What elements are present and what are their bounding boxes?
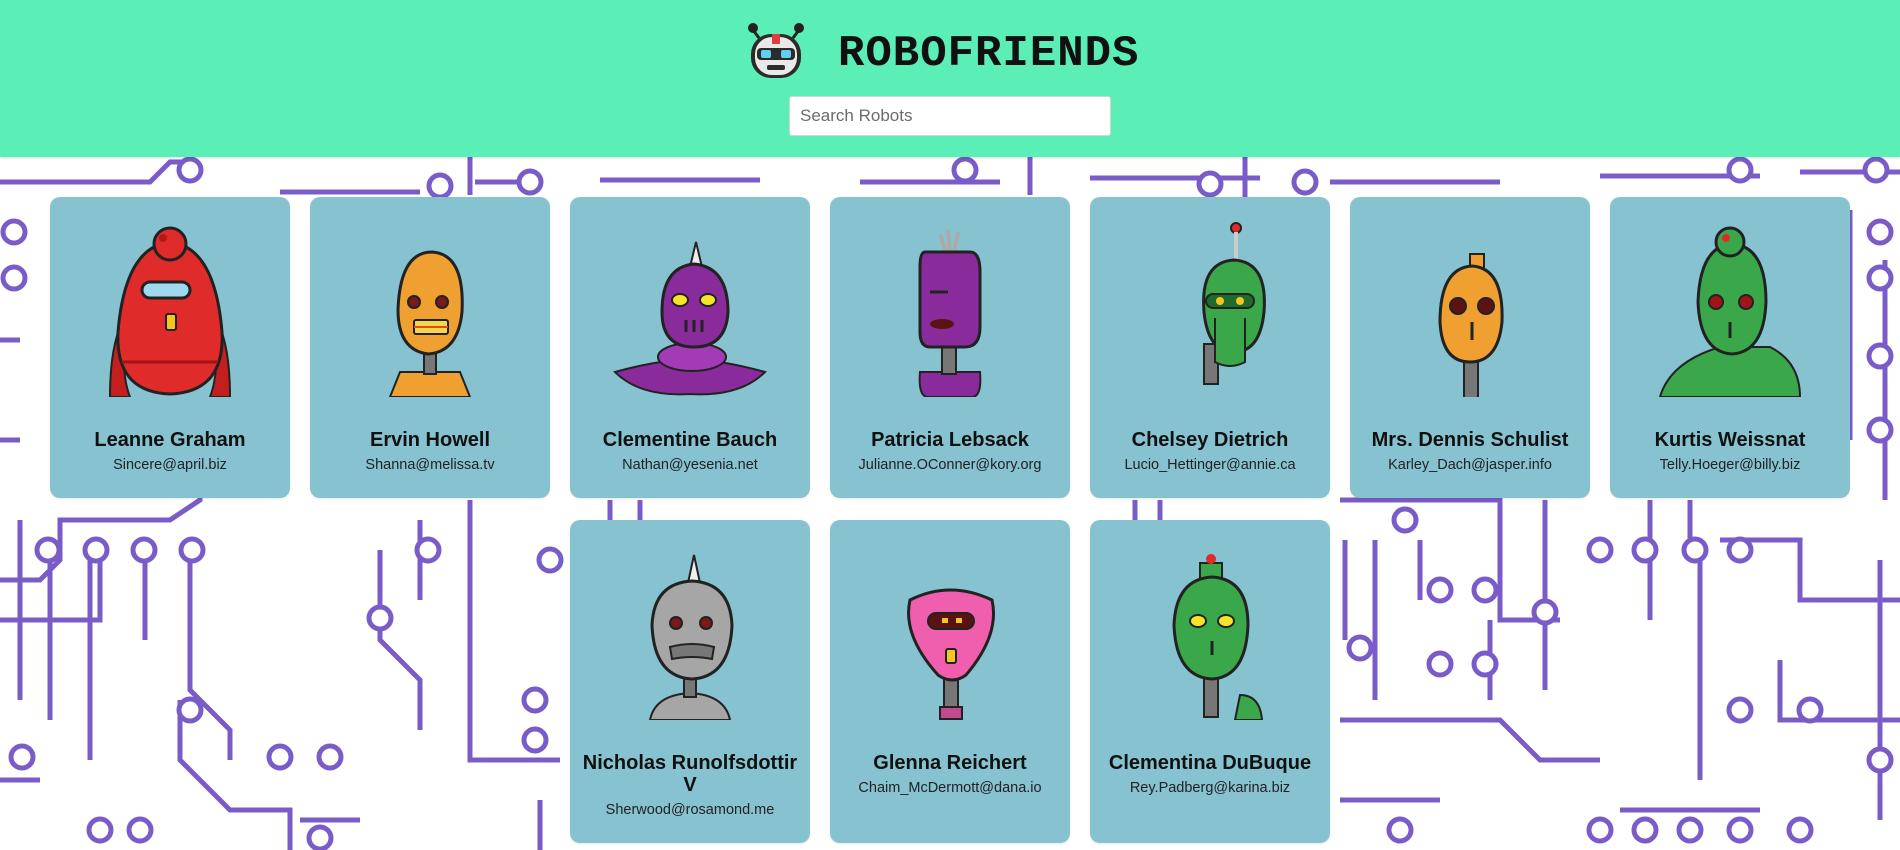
robot-card[interactable]: Leanne Graham Sincere@april.biz bbox=[50, 197, 290, 498]
robot-avatar-icon bbox=[918, 229, 982, 397]
robot-email: Chaim_McDermott@dana.io bbox=[858, 780, 1042, 796]
robot-avatar-icon bbox=[1658, 226, 1802, 397]
robot-name: Clementina DuBuque bbox=[1108, 752, 1312, 774]
robot-email: Julianne.OConner@kory.org bbox=[858, 457, 1042, 473]
robot-email: Karley_Dach@jasper.info bbox=[1388, 457, 1552, 473]
robot-email: Rey.Padberg@karina.biz bbox=[1129, 780, 1291, 796]
robot-avatar-icon bbox=[613, 241, 767, 396]
robot-avatar-icon bbox=[108, 226, 232, 397]
search-input[interactable] bbox=[789, 96, 1111, 136]
robot-name: Clementine Bauch bbox=[602, 429, 778, 451]
robot-logo-icon bbox=[745, 20, 807, 80]
robot-email: Sincere@april.biz bbox=[113, 457, 227, 473]
app-title: ROBOFRIENDS bbox=[838, 29, 1140, 79]
robot-name: Chelsey Dietrich bbox=[1131, 429, 1289, 451]
robot-name: Kurtis Weissnat bbox=[1654, 429, 1806, 451]
robot-card[interactable]: Ervin Howell Shanna@melissa.tv bbox=[310, 197, 550, 498]
robot-avatar-icon bbox=[1438, 253, 1504, 397]
robot-card[interactable]: Glenna Reichert Chaim_McDermott@dana.io bbox=[830, 520, 1070, 843]
robot-card[interactable]: Clementine Bauch Nathan@yesenia.net bbox=[570, 197, 810, 498]
robot-name: Nicholas Runolfsdottir V bbox=[582, 752, 798, 796]
robot-email: Nathan@yesenia.net bbox=[622, 457, 758, 473]
robot-card[interactable]: Nicholas Runolfsdottir V Sherwood@rosamo… bbox=[570, 520, 810, 843]
robot-name: Patricia Lebsack bbox=[871, 429, 1029, 451]
robot-name: Leanne Graham bbox=[94, 429, 246, 451]
robot-card[interactable]: Patricia Lebsack Julianne.OConner@kory.o… bbox=[830, 197, 1070, 498]
robot-card[interactable]: Mrs. Dennis Schulist Karley_Dach@jasper.… bbox=[1350, 197, 1590, 498]
robot-avatar-icon bbox=[388, 250, 472, 397]
robot-email: Shanna@melissa.tv bbox=[365, 457, 495, 473]
robot-name: Glenna Reichert bbox=[873, 752, 1027, 774]
robot-email: Telly.Hoeger@billy.biz bbox=[1659, 457, 1801, 473]
robot-avatar-icon bbox=[1172, 554, 1264, 720]
robot-card[interactable]: Kurtis Weissnat Telly.Hoeger@billy.biz bbox=[1610, 197, 1850, 498]
robot-avatar-icon bbox=[648, 554, 734, 720]
robot-name: Ervin Howell bbox=[369, 429, 491, 451]
robot-avatar-icon bbox=[1202, 222, 1266, 385]
app-header: ROBOFRIENDS bbox=[0, 0, 1900, 157]
robot-name: Mrs. Dennis Schulist bbox=[1371, 429, 1569, 451]
robot-card[interactable]: Chelsey Dietrich Lucio_Hettinger@annie.c… bbox=[1090, 197, 1330, 498]
robot-avatar-icon bbox=[907, 588, 996, 720]
robot-card[interactable]: Clementina DuBuque Rey.Padberg@karina.bi… bbox=[1090, 520, 1330, 843]
robot-email: Sherwood@rosamond.me bbox=[605, 802, 775, 818]
robot-email: Lucio_Hettinger@annie.ca bbox=[1124, 457, 1296, 473]
